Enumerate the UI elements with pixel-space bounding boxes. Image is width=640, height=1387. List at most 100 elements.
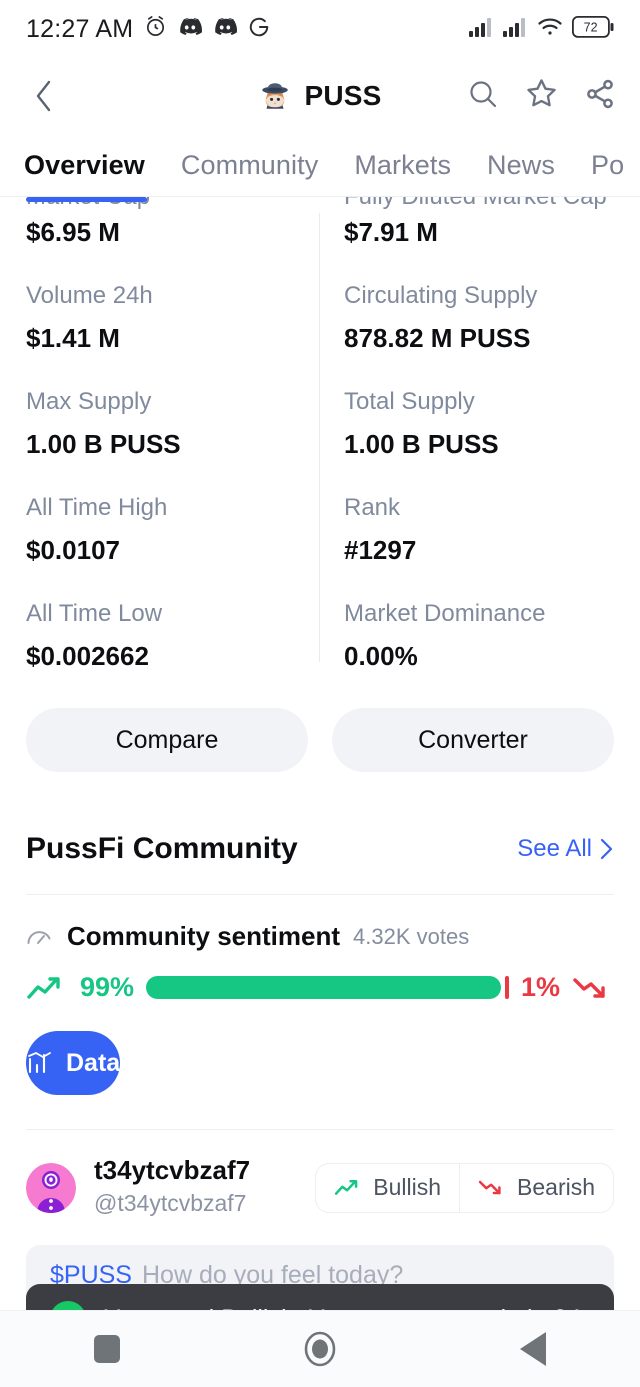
stat-value-fully-diluted-market-cap: $7.91 M: [344, 217, 438, 247]
stat-value-circulating-supply: 878.82 M PUSS: [344, 322, 531, 353]
stat-label-market-dominance: Market Dominance: [344, 600, 546, 628]
stats-left-column: $6.95 M Volume 24h $1.41 M Max Supply 1.…: [0, 217, 320, 672]
stat-value-all-time-high: $0.0107: [26, 534, 120, 565]
stat-value-all-time-low: $0.002662: [26, 640, 149, 671]
stat-max-supply: Max Supply 1.00 B PUSS: [26, 388, 320, 460]
cat-in-hat-logo: [262, 83, 289, 109]
bullish-button[interactable]: Bullish: [316, 1164, 459, 1212]
tab-bar[interactable]: Overview Community Markets News Po: [0, 134, 640, 197]
signal-icon: [469, 17, 494, 42]
tab-markets[interactable]: Markets: [354, 150, 487, 181]
trend-down-icon: [573, 977, 605, 998]
stat-label-all-time-low: All Time Low: [26, 600, 163, 628]
home-button[interactable]: [278, 1321, 362, 1377]
svg-text:72: 72: [584, 20, 598, 34]
stat-value-total-supply: 1.00 B PUSS: [344, 428, 499, 459]
community-sentiment-header: Community sentiment 4.32K votes: [0, 895, 640, 952]
sentiment-bar: [146, 976, 509, 1000]
recents-button[interactable]: [65, 1321, 149, 1377]
alarm-icon: [144, 15, 167, 43]
google-icon: [248, 16, 270, 43]
active-tab-indicator: [26, 197, 147, 202]
wifi-icon: [537, 17, 563, 42]
status-bar-right: 72: [469, 15, 614, 43]
tab-portfolio[interactable]: Po: [591, 150, 640, 181]
phone-screen: 12:27 AM 72 PUSS Overview Community Mark…: [0, 0, 640, 1387]
stat-market-cap: $6.95 M: [26, 217, 320, 248]
android-nav-bar: [0, 1310, 640, 1387]
star-icon[interactable]: [525, 77, 558, 115]
header-actions: [467, 77, 616, 115]
chevron-right-icon: [600, 839, 613, 860]
user-meta: t34ytcvbzaf7 @t34ytcvbzaf7: [94, 1155, 251, 1219]
community-user-row: t34ytcvbzaf7 @t34ytcvbzaf7 Bullish Beari…: [0, 1130, 640, 1219]
app-header: PUSS: [0, 58, 640, 134]
stats-column-divider: [319, 213, 320, 663]
stat-value-rank: #1297: [344, 534, 417, 565]
trend-up-icon: [335, 1180, 358, 1195]
tab-community[interactable]: Community: [181, 150, 354, 181]
converter-button[interactable]: Converter: [332, 708, 614, 773]
status-bar: 12:27 AM 72: [0, 0, 640, 58]
tab-overview[interactable]: Overview: [24, 150, 181, 181]
stat-all-time-high: All Time High $0.0107: [26, 494, 320, 566]
overview-content: Market Cap Fully Diluted Market Cap $6.9…: [0, 197, 640, 1307]
bearish-button[interactable]: Bearish: [460, 1164, 613, 1212]
quick-actions-row: Compare Converter: [0, 672, 640, 773]
community-sentiment-votes: 4.32K votes: [353, 923, 470, 949]
stat-market-dominance: Market Dominance 0.00%: [344, 600, 640, 672]
discord-icon: [178, 17, 203, 41]
clipped-stat-labels-row: Market Cap Fully Diluted Market Cap: [0, 197, 640, 213]
stat-rank: Rank #1297: [344, 494, 640, 566]
stat-value-market-dominance: 0.00%: [344, 640, 418, 671]
search-icon[interactable]: [467, 78, 499, 115]
community-sentiment-title: Community sentiment: [67, 921, 341, 952]
back-button-nav[interactable]: [491, 1321, 575, 1377]
community-section-header: PussFi Community See All: [0, 772, 640, 866]
sentiment-bar-bearish: [505, 976, 509, 1000]
stats-grid: $6.95 M Volume 24h $1.41 M Max Supply 1.…: [0, 213, 640, 672]
stat-circulating-supply: Circulating Supply 878.82 M PUSS: [344, 282, 640, 354]
see-all-label: See All: [517, 835, 592, 863]
signal-icon: [503, 17, 528, 42]
bullish-percent: 99%: [80, 972, 135, 1003]
avatar[interactable]: [26, 1162, 76, 1213]
stat-value-volume-24h: $1.41 M: [26, 322, 120, 353]
sentiment-bar-bullish: [146, 976, 502, 1000]
stat-all-time-low: All Time Low $0.002662: [26, 600, 320, 672]
user-name: t34ytcvbzaf7: [94, 1155, 251, 1186]
share-icon[interactable]: [584, 78, 616, 115]
bearish-button-label: Bearish: [517, 1174, 595, 1201]
tab-news[interactable]: News: [487, 150, 591, 181]
page-title: PUSS: [304, 80, 382, 111]
stat-fully-diluted-market-cap: $7.91 M: [344, 217, 640, 248]
home-circle-icon: [304, 1331, 336, 1367]
stat-label-all-time-high: All Time High: [26, 494, 168, 522]
data-button[interactable]: Data: [26, 1031, 121, 1096]
status-time: 12:27 AM: [26, 14, 134, 43]
trend-up-icon: [27, 976, 60, 999]
stat-label-total-supply: Total Supply: [344, 388, 475, 416]
gauge-icon: [27, 930, 51, 944]
bearish-percent: 1%: [520, 972, 560, 1003]
stats-right-column: $7.91 M Circulating Supply 878.82 M PUSS…: [320, 217, 640, 672]
compare-button[interactable]: Compare: [26, 708, 308, 773]
back-button[interactable]: [24, 76, 64, 116]
stat-total-supply: Total Supply 1.00 B PUSS: [344, 388, 640, 460]
community-section-title: PussFi Community: [26, 832, 298, 866]
recents-square-icon: [93, 1335, 120, 1363]
discord-icon: [213, 17, 238, 41]
stat-value-max-supply: 1.00 B PUSS: [26, 428, 181, 459]
status-bar-left: 12:27 AM: [26, 15, 270, 44]
stat-value-market-cap: $6.95 M: [26, 217, 120, 247]
bar-chart-icon: [28, 1052, 51, 1074]
see-all-link[interactable]: See All: [517, 835, 614, 863]
data-button-label: Data: [66, 1048, 121, 1077]
bullish-button-label: Bullish: [373, 1174, 442, 1201]
stat-label-circulating-supply: Circulating Supply: [344, 282, 538, 310]
back-triangle-icon: [520, 1332, 547, 1366]
stat-label-volume-24h: Volume 24h: [26, 282, 153, 310]
vote-toggle-group[interactable]: Bullish Bearish: [315, 1162, 614, 1213]
stat-label-max-supply: Max Supply: [26, 388, 152, 416]
stat-label-rank: Rank: [344, 494, 401, 522]
